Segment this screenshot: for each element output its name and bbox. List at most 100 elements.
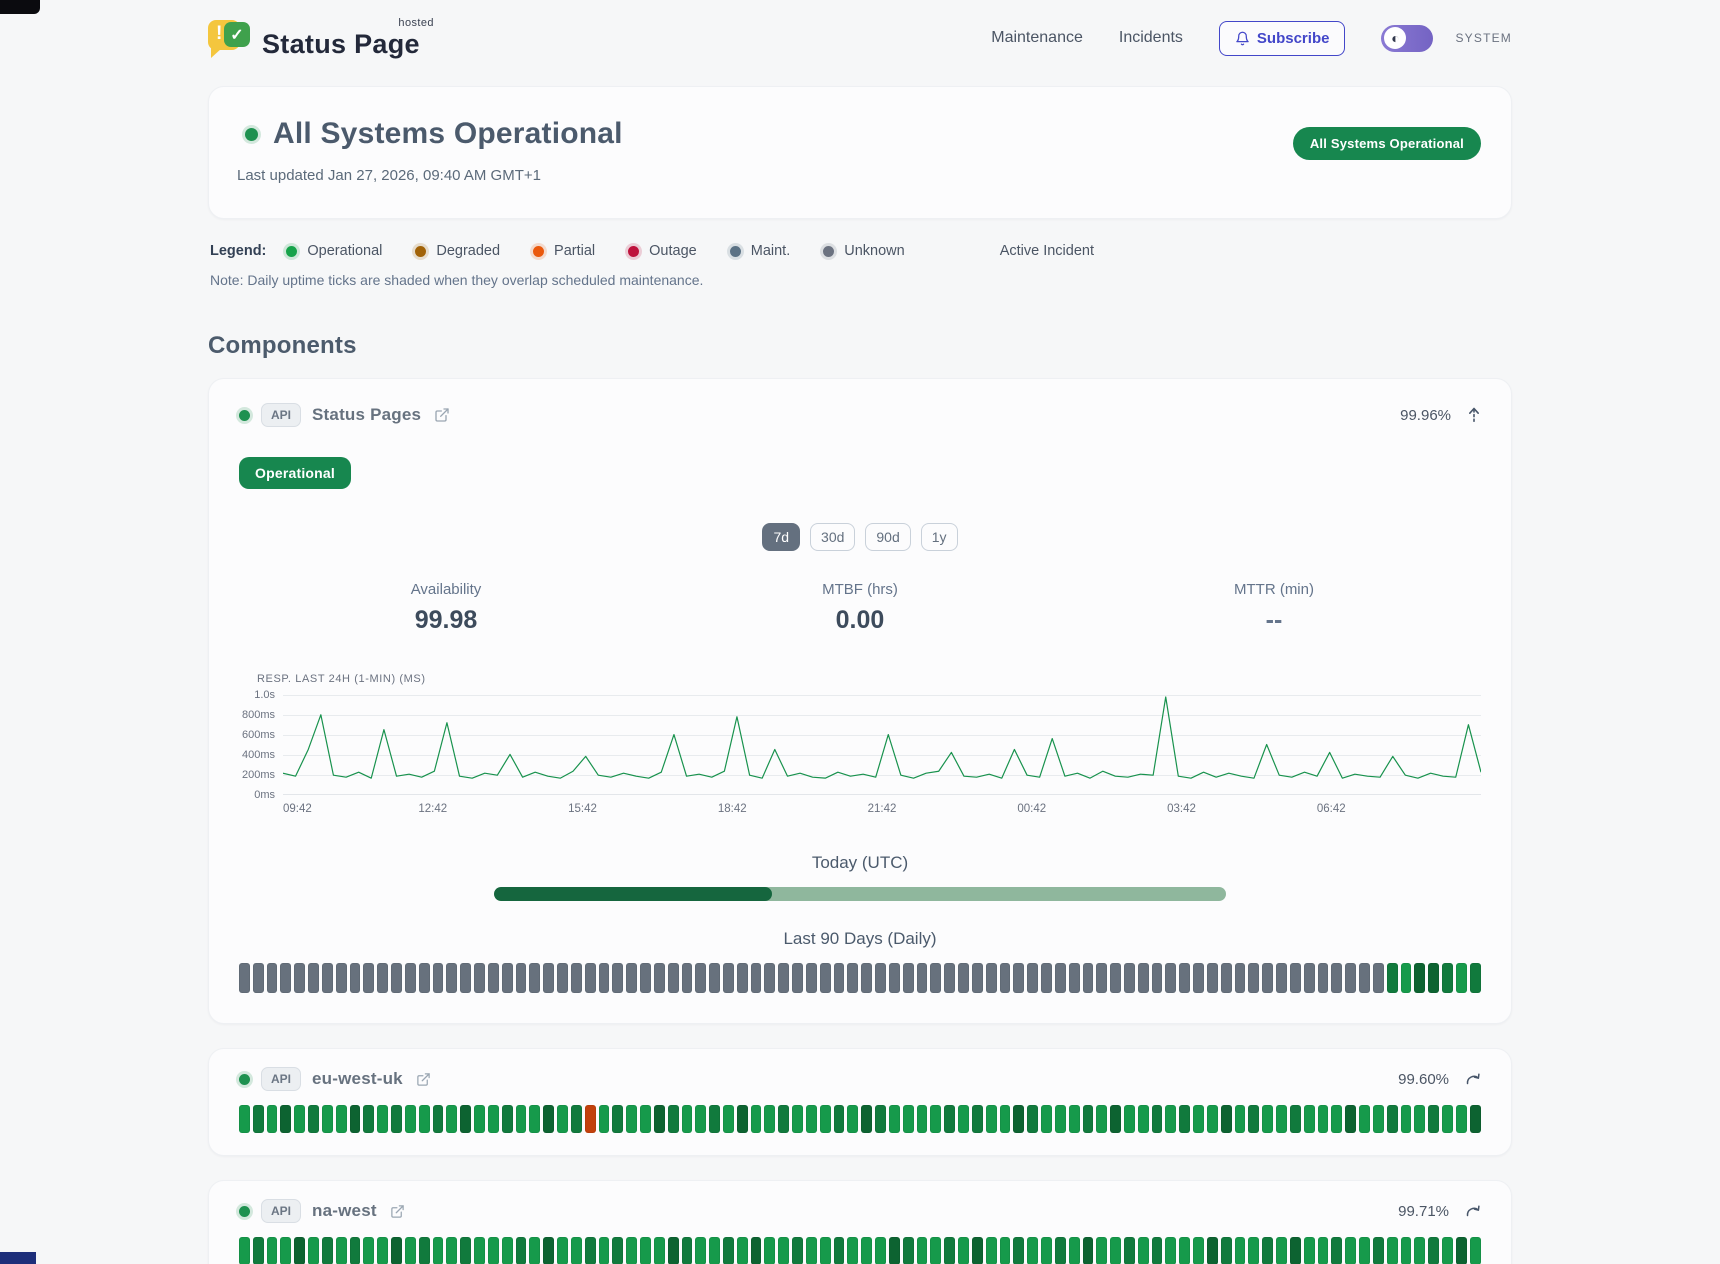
uptime-tick[interactable] bbox=[350, 1237, 361, 1264]
uptime-tick[interactable] bbox=[723, 963, 734, 993]
uptime-tick[interactable] bbox=[944, 1105, 955, 1133]
uptime-tick[interactable] bbox=[1331, 1105, 1342, 1133]
uptime-tick[interactable] bbox=[363, 1237, 374, 1264]
uptime-tick[interactable] bbox=[391, 1237, 402, 1264]
uptime-tick[interactable] bbox=[1373, 1105, 1384, 1133]
uptime-tick[interactable] bbox=[626, 1237, 637, 1264]
uptime-tick[interactable] bbox=[1027, 1237, 1038, 1264]
uptime-tick[interactable] bbox=[350, 1105, 361, 1133]
uptime-tick[interactable] bbox=[682, 1237, 693, 1264]
uptime-tick[interactable] bbox=[1248, 963, 1259, 993]
uptime-tick[interactable] bbox=[280, 1237, 291, 1264]
uptime-tick[interactable] bbox=[1304, 1105, 1315, 1133]
uptime-tick[interactable] bbox=[1027, 963, 1038, 993]
uptime-tick[interactable] bbox=[1248, 1237, 1259, 1264]
uptime-tick[interactable] bbox=[294, 1237, 305, 1264]
uptime-tick[interactable] bbox=[1373, 1237, 1384, 1264]
uptime-tick[interactable] bbox=[944, 963, 955, 993]
uptime-tick[interactable] bbox=[1331, 963, 1342, 993]
uptime-tick[interactable] bbox=[1387, 963, 1398, 993]
uptime-tick[interactable] bbox=[1069, 1237, 1080, 1264]
uptime-tick[interactable] bbox=[709, 1105, 720, 1133]
uptime-tick[interactable] bbox=[640, 963, 651, 993]
uptime-tick[interactable] bbox=[1304, 1237, 1315, 1264]
uptime-tick[interactable] bbox=[668, 1105, 679, 1133]
uptime-tick[interactable] bbox=[1165, 1105, 1176, 1133]
uptime-tick[interactable] bbox=[308, 963, 319, 993]
uptime-tick[interactable] bbox=[723, 1237, 734, 1264]
uptime-tick[interactable] bbox=[1055, 963, 1066, 993]
uptime-tick[interactable] bbox=[1041, 963, 1052, 993]
uptime-tick[interactable] bbox=[599, 963, 610, 993]
uptime-tick[interactable] bbox=[1414, 1105, 1425, 1133]
uptime-tick[interactable] bbox=[529, 1237, 540, 1264]
uptime-tick[interactable] bbox=[1083, 1105, 1094, 1133]
uptime-tick[interactable] bbox=[1373, 963, 1384, 993]
uptime-tick[interactable] bbox=[446, 963, 457, 993]
uptime-tick[interactable] bbox=[446, 1105, 457, 1133]
uptime-tick[interactable] bbox=[695, 1237, 706, 1264]
uptime-tick[interactable] bbox=[778, 963, 789, 993]
uptime-tick[interactable] bbox=[1276, 1105, 1287, 1133]
uptime-tick[interactable] bbox=[1345, 963, 1356, 993]
uptime-tick[interactable] bbox=[557, 963, 568, 993]
uptime-tick[interactable] bbox=[1110, 963, 1121, 993]
uptime-tick[interactable] bbox=[1456, 1105, 1467, 1133]
uptime-tick[interactable] bbox=[986, 963, 997, 993]
uptime-tick[interactable] bbox=[1069, 1105, 1080, 1133]
uptime-tick[interactable] bbox=[419, 1105, 430, 1133]
uptime-tick[interactable] bbox=[889, 963, 900, 993]
uptime-tick[interactable] bbox=[585, 1105, 596, 1133]
uptime-tick[interactable] bbox=[764, 1237, 775, 1264]
nav-maintenance[interactable]: Maintenance bbox=[991, 29, 1083, 47]
uptime-tick[interactable] bbox=[1428, 963, 1439, 993]
uptime-tick[interactable] bbox=[1359, 963, 1370, 993]
uptime-tick[interactable] bbox=[1235, 1105, 1246, 1133]
uptime-tick[interactable] bbox=[1456, 1237, 1467, 1264]
uptime-tick[interactable] bbox=[253, 1237, 264, 1264]
uptime-tick[interactable] bbox=[253, 963, 264, 993]
uptime-tick[interactable] bbox=[599, 1237, 610, 1264]
uptime-tick[interactable] bbox=[557, 1237, 568, 1264]
uptime-tick[interactable] bbox=[419, 1237, 430, 1264]
uptime-tick[interactable] bbox=[944, 1237, 955, 1264]
uptime-tick[interactable] bbox=[529, 1105, 540, 1133]
uptime-tick[interactable] bbox=[1401, 1105, 1412, 1133]
uptime-tick[interactable] bbox=[1193, 1105, 1204, 1133]
brand-link[interactable]: ! ✓ Status Page hosted bbox=[208, 16, 426, 60]
uptime-tick[interactable] bbox=[972, 963, 983, 993]
uptime-tick[interactable] bbox=[1013, 1237, 1024, 1264]
uptime-tick[interactable] bbox=[433, 963, 444, 993]
uptime-tick[interactable] bbox=[377, 963, 388, 993]
uptime-tick[interactable] bbox=[405, 963, 416, 993]
uptime-tick[interactable] bbox=[446, 1237, 457, 1264]
uptime-tick[interactable] bbox=[1124, 963, 1135, 993]
uptime-tick[interactable] bbox=[792, 1105, 803, 1133]
uptime-tick[interactable] bbox=[308, 1237, 319, 1264]
uptime-tick[interactable] bbox=[1096, 1105, 1107, 1133]
uptime-tick[interactable] bbox=[363, 1105, 374, 1133]
uptime-tick[interactable] bbox=[917, 1237, 928, 1264]
nav-incidents[interactable]: Incidents bbox=[1119, 29, 1183, 47]
uptime-tick[interactable] bbox=[737, 1237, 748, 1264]
uptime-tick[interactable] bbox=[626, 963, 637, 993]
uptime-tick[interactable] bbox=[1262, 1237, 1273, 1264]
uptime-tick[interactable] bbox=[847, 1105, 858, 1133]
uptime-tick[interactable] bbox=[612, 1237, 623, 1264]
uptime-tick[interactable] bbox=[820, 1237, 831, 1264]
uptime-tick[interactable] bbox=[460, 1237, 471, 1264]
uptime-tick[interactable] bbox=[1414, 963, 1425, 993]
uptime-tick[interactable] bbox=[1290, 1237, 1301, 1264]
uptime-tick[interactable] bbox=[930, 1105, 941, 1133]
uptime-tick[interactable] bbox=[1179, 1105, 1190, 1133]
uptime-tick[interactable] bbox=[1318, 1237, 1329, 1264]
uptime-tick[interactable] bbox=[668, 963, 679, 993]
uptime-tick[interactable] bbox=[654, 963, 665, 993]
uptime-tick[interactable] bbox=[986, 1237, 997, 1264]
uptime-tick[interactable] bbox=[516, 963, 527, 993]
uptime-tick[interactable] bbox=[474, 1237, 485, 1264]
uptime-tick[interactable] bbox=[239, 1105, 250, 1133]
uptime-tick[interactable] bbox=[377, 1237, 388, 1264]
uptime-tick[interactable] bbox=[1165, 1237, 1176, 1264]
uptime-tick[interactable] bbox=[1193, 1237, 1204, 1264]
